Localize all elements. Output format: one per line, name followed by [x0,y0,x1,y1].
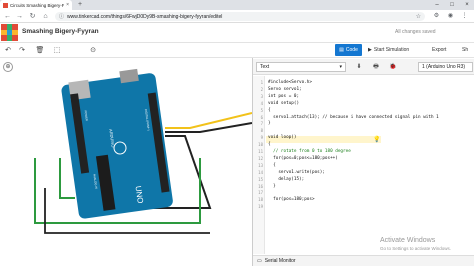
save-status: All changes saved [395,29,436,35]
note-icon[interactable]: ⊙ [88,46,98,56]
arduino-uno-board[interactable]: UNO ARDUINO DIGITAL (PWM~) ANALOG IN POW… [60,66,174,219]
code-mode-value: Text [260,64,270,70]
usb-port [119,68,139,84]
circuit-drawing: UNO ARDUINO DIGITAL (PWM~) ANALOG IN POW… [34,66,252,234]
line-number: 18 [258,197,263,203]
line-number: 9 [260,135,263,141]
undo-icon[interactable]: ↶ [3,46,13,56]
code-line[interactable]: for(pos=180;pos> [268,197,314,202]
line-number: 16 [258,183,263,189]
lightbulb-icon[interactable]: 💡 [373,136,380,143]
line-number: 4 [260,100,263,106]
extension-icon[interactable]: ⚙ [432,12,441,21]
line-number: 13 [258,162,263,168]
code-line[interactable]: for(pos=0;pos<=180;pos++) [268,156,338,161]
line-number: 11 [258,149,263,154]
line-number: 19 [258,204,263,210]
rotate-icon[interactable]: ⬚ [52,46,62,56]
code-line[interactable]: servo1.attach(13); // because i have con… [268,115,439,120]
browser-tab-title: Circuits Smashing Bigery-F... [10,2,65,8]
play-icon: ▶ [368,47,372,53]
serial-monitor-bar[interactable]: ▭ Serial Monitor [253,255,474,266]
line-number: 15 [258,176,263,182]
code-line[interactable]: { [268,163,276,168]
delete-icon[interactable]: 🗑 [35,46,45,56]
url-field[interactable]: ⓘ www.tinkercad.com/things/6FwjD0Dy9B-sm… [55,12,425,21]
share-button[interactable]: Sh [462,44,474,56]
reload-icon[interactable]: ↻ [28,12,37,21]
redo-icon[interactable]: ↷ [17,46,27,56]
board-select[interactable]: 1 (Arduino Uno R3) [418,62,473,72]
project-name[interactable]: Smashing Bigery-Fyyran [22,28,99,35]
line-number: 2 [260,86,263,92]
line-number: 1 [260,80,263,85]
profile-icon[interactable]: ◉ [446,12,455,21]
code-line[interactable]: Servo servo1; [268,87,302,92]
code-line[interactable]: } [268,121,271,126]
code-line[interactable]: { [268,142,271,147]
line-number: 14 [258,169,263,175]
fit-view-button[interactable]: ⊕ [3,62,13,72]
circuit-canvas[interactable]: UNO ARDUINO DIGITAL (PWM~) ANALOG IN POW… [0,58,252,266]
window-close-icon[interactable]: × [460,0,474,10]
code-line[interactable]: servo1.write(pos); [268,170,325,175]
code-button[interactable]: ▤ Code [335,44,362,56]
tab-close-icon[interactable]: × [66,2,69,8]
line-number: 12 [258,155,263,161]
download-code-icon[interactable]: ⬇ [353,62,365,72]
start-simulation-button[interactable]: ▶ Start Simulation [368,44,420,56]
library-icon[interactable]: 🖶 [370,62,382,72]
activate-windows-subtitle: Go to Settings to activate Windows. [380,246,452,251]
code-line[interactable]: } [268,184,276,189]
debugger-icon[interactable]: 🐞 [387,62,399,72]
new-tab-button[interactable]: + [76,1,84,9]
code-line[interactable]: void setup() [268,101,299,106]
url-text: www.tinkercad.com/things/6FwjD0Dy9B-smas… [67,13,223,20]
browser-tab[interactable]: Circuits Smashing Bigery-F... × [0,0,72,10]
code-line[interactable]: // rotate from 0 to 180 degree [268,149,351,154]
forward-icon[interactable]: → [15,12,24,21]
chevron-down-icon: ▾ [339,64,342,70]
code-line[interactable]: delay(15); [268,177,304,182]
serial-monitor-icon: ▭ [257,258,262,264]
line-number: 3 [260,93,263,99]
browser-menu-icon[interactable]: ⋮ [460,12,469,21]
bookmark-star-icon[interactable]: ☆ [416,13,421,20]
code-icon: ▤ [339,47,344,53]
line-number: 10 [258,142,263,148]
line-number: 5 [260,107,263,113]
maximize-icon[interactable]: □ [445,0,459,10]
back-icon[interactable]: ← [3,12,12,21]
line-number: 8 [260,128,263,134]
line-number: 17 [258,190,263,196]
tinkercad-logo[interactable] [1,24,18,41]
code-line[interactable]: #include<Servo.h> [268,80,312,85]
line-number: 6 [260,114,263,120]
code-line[interactable]: void loop() [268,135,296,140]
minimize-icon[interactable]: – [430,0,444,10]
home-icon[interactable]: ⌂ [41,12,50,21]
site-info-icon[interactable]: ⓘ [59,13,64,20]
activate-windows-title: Activate Windows [380,237,436,244]
serial-monitor-label: Serial Monitor [264,258,296,264]
code-line[interactable]: { [268,108,271,113]
code-button-label: Code [345,47,358,53]
line-number: 7 [260,121,263,127]
tinkercad-favicon-icon [3,2,8,8]
code-line[interactable]: int pos = 0; [268,94,299,99]
code-mode-select[interactable]: Text ▾ [256,62,346,72]
start-simulation-label: Start Simulation [373,47,410,53]
export-button[interactable]: Export [432,44,454,56]
